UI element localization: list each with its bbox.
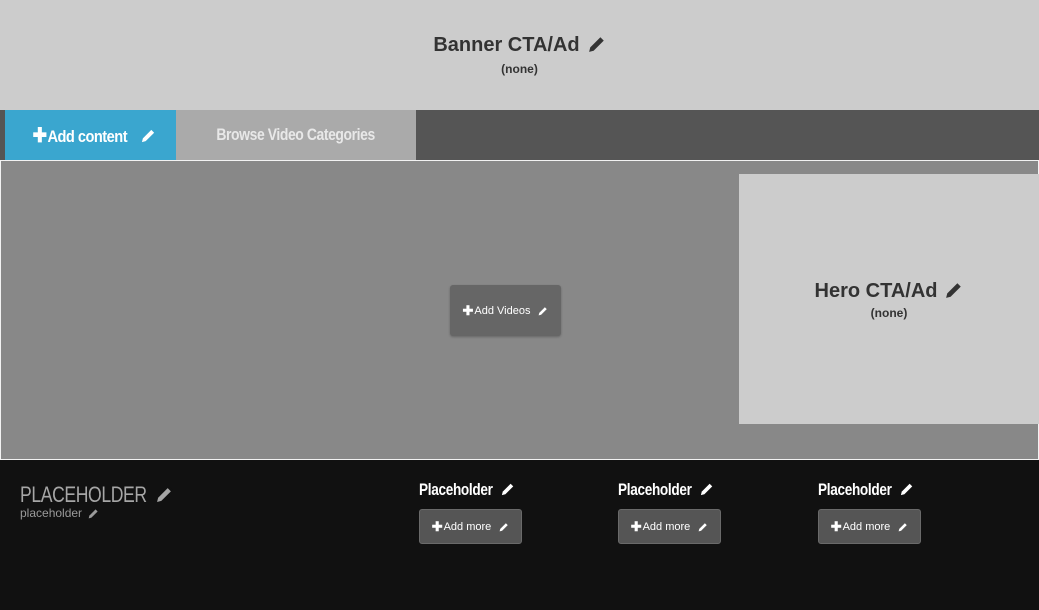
banner-title-row: Banner CTA/Ad [0,34,1039,57]
pencil-icon[interactable] [501,482,515,496]
hero-cta-area: Hero CTA/Ad (none) [739,174,1039,424]
add-videos-button[interactable]: ✚ Add Videos [450,285,561,336]
footer-column-title-row: Placeholder [618,480,778,502]
footer-column-title-row: Placeholder [419,480,579,502]
plus-icon: ✚ [431,518,443,534]
add-more-button[interactable]: ✚ Add more [618,509,721,544]
add-videos-label: Add Videos [474,304,531,317]
pencil-icon[interactable] [88,508,99,519]
hero-area: ✚ Add Videos Hero CTA/Ad (none) [0,160,1039,460]
footer-main-subtitle: placeholder [20,506,83,520]
add-more-button[interactable]: ✚ Add more [419,509,522,544]
footer-column: Placeholder ✚ Add more [618,480,778,544]
footer-main-title: PLACEHOLDER [20,482,147,507]
pencil-icon[interactable] [900,482,914,496]
pencil-icon[interactable] [698,521,708,532]
pencil-icon[interactable] [156,486,173,503]
footer-main-title-row: PLACEHOLDER [20,482,178,508]
plus-icon: ✚ [630,518,642,534]
pencil-icon[interactable] [499,521,509,532]
banner-subtitle: (none) [501,62,538,76]
plus-icon: ✚ [32,124,47,147]
pencil-icon[interactable] [700,482,714,496]
footer-column: Placeholder ✚ Add more [419,480,579,544]
plus-icon: ✚ [830,518,842,534]
pencil-icon[interactable] [538,305,549,316]
footer-column: Placeholder ✚ Add more [818,480,978,544]
footer-column-title-row: Placeholder [818,480,978,502]
nav-bar: ✚Add content Browse Video Categories [0,110,1039,160]
add-more-label: Add more [842,520,891,533]
footer-area: PLACEHOLDER placeholder Placeholder ✚ Add… [0,460,1039,610]
footer-column-title: Placeholder [618,480,692,499]
footer-main-subtitle-row: placeholder [20,506,99,520]
hero-cta-title-row: Hero CTA/Ad [739,280,1039,303]
plus-icon: ✚ [462,302,474,318]
pencil-icon[interactable] [945,281,963,299]
add-content-button[interactable]: ✚Add content [5,110,176,160]
hero-cta-subtitle: (none) [870,306,908,320]
pencil-icon[interactable] [898,521,908,532]
banner-title: Banner CTA/Ad [433,34,580,56]
banner-cta-area: Banner CTA/Ad (none) [0,0,1039,110]
pencil-icon[interactable] [141,128,156,143]
footer-column-title: Placeholder [818,480,892,499]
add-more-label: Add more [642,520,691,533]
add-content-label: Add content [47,126,128,146]
add-more-button[interactable]: ✚ Add more [818,509,921,544]
pencil-icon[interactable] [588,35,606,53]
add-more-label: Add more [443,520,492,533]
browse-video-categories-tab[interactable]: Browse Video Categories [176,110,416,160]
hero-cta-title: Hero CTA/Ad [814,280,938,302]
footer-column-title: Placeholder [419,480,493,499]
browse-label: Browse Video Categories [216,125,376,144]
